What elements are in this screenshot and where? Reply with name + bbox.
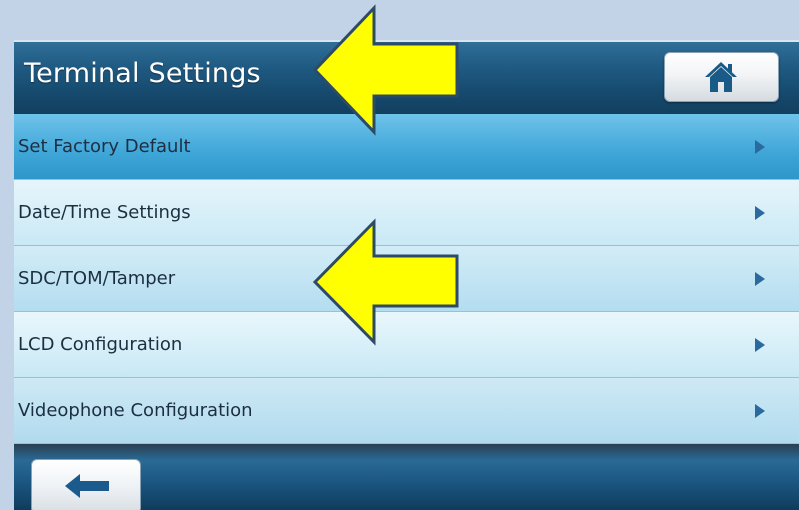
menu-item-label: SDC/TOM/Tamper — [18, 268, 176, 289]
footer-bar — [14, 444, 799, 510]
back-button[interactable] — [31, 459, 141, 510]
yellow-arrow-title-annotation — [312, 4, 459, 136]
back-arrow-icon — [65, 474, 109, 498]
chevron-right-icon — [755, 140, 765, 154]
menu-item-label: Videophone Configuration — [18, 400, 253, 421]
header-title: Terminal Settings — [24, 58, 261, 89]
yellow-arrow-sdc-annotation — [312, 218, 459, 346]
chevron-right-icon — [755, 338, 765, 352]
chevron-right-icon — [755, 272, 765, 286]
menu-item-label: Date/Time Settings — [18, 202, 191, 223]
home-button[interactable] — [664, 52, 779, 102]
menu-item-videophone-configuration[interactable]: Videophone Configuration — [14, 378, 799, 444]
menu-item-label: Set Factory Default — [18, 136, 191, 157]
chevron-right-icon — [755, 404, 765, 418]
menu-item-label: LCD Configuration — [18, 334, 183, 355]
home-icon — [705, 62, 737, 92]
chevron-right-icon — [755, 206, 765, 220]
